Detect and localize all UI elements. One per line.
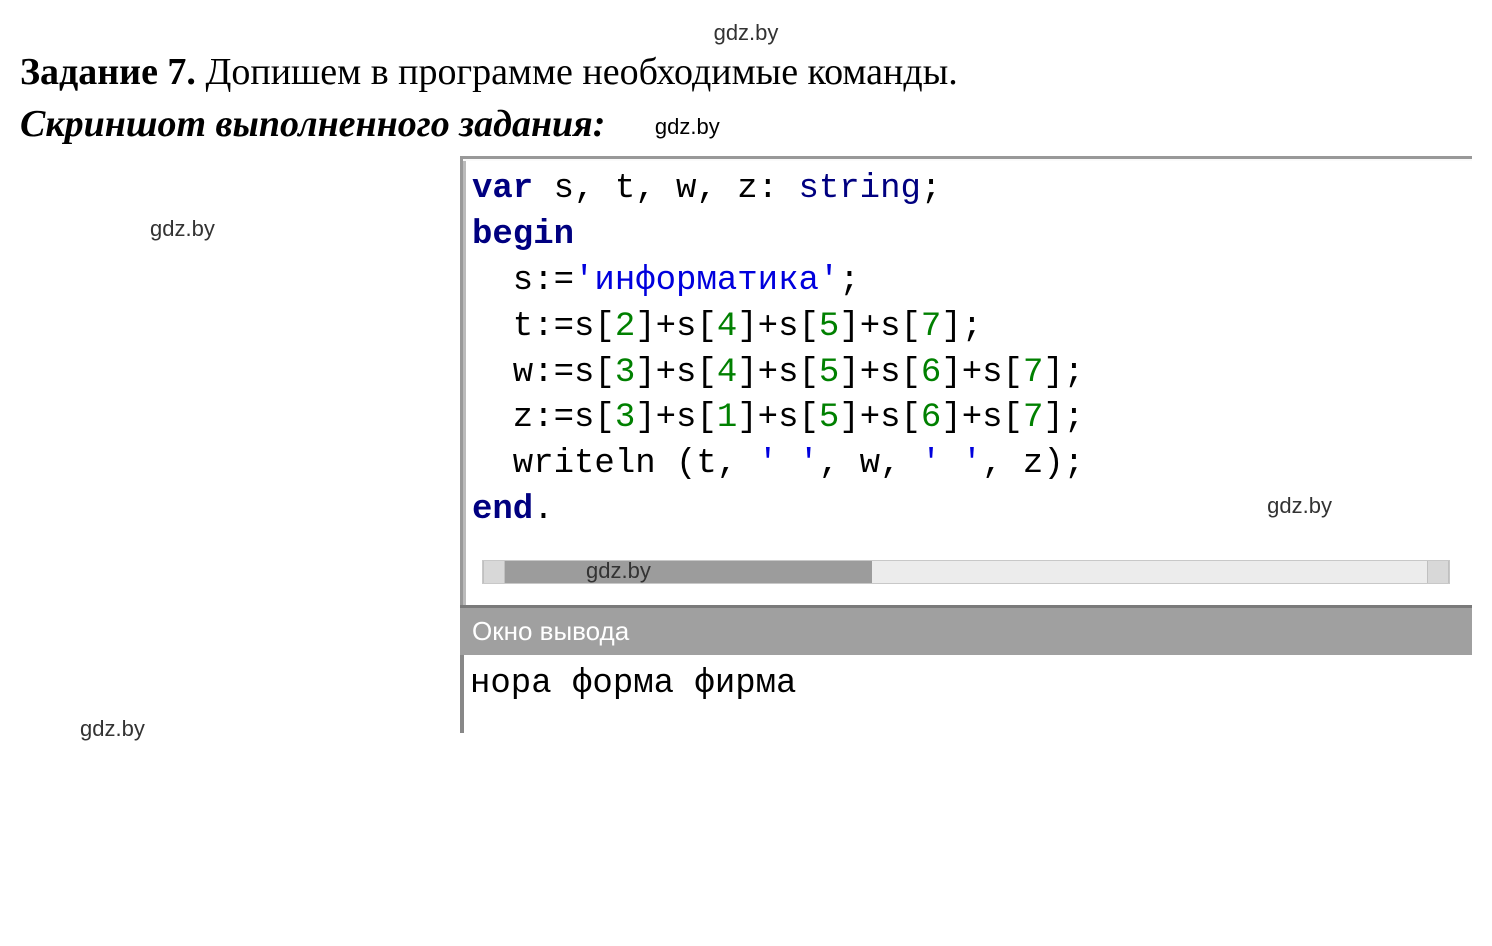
scroll-thumb[interactable]	[505, 561, 872, 583]
l6n1: 3	[615, 399, 635, 437]
watermark-top: gdz.by	[20, 20, 1472, 46]
code-line-1: var s, t, w, z: string;	[472, 167, 1460, 213]
subtitle-text: Скриншот выполненного задания:	[20, 103, 605, 145]
code-l1-semi: ;	[921, 170, 941, 208]
code-line-7: writeln (t, ' ', w, ' ', z);	[472, 442, 1460, 488]
code-line-4: t:=s[2]+s[4]+s[5]+s[7];	[472, 305, 1460, 351]
task-text: Допишем в программе необходимые команды.	[205, 51, 957, 93]
code-body[interactable]: var s, t, w, z: string; begin s:='информ…	[463, 161, 1472, 605]
code-l1-rest: s, t, w, z:	[533, 170, 798, 208]
code-line-5: w:=s[3]+s[4]+s[5]+s[6]+s[7];	[472, 351, 1460, 397]
l7s1: ' '	[758, 445, 819, 483]
l5n4: 6	[921, 354, 941, 392]
task-label: Задание 7.	[20, 51, 196, 93]
code-line-3: s:='информатика';	[472, 259, 1460, 305]
l4n3: 5	[819, 308, 839, 346]
l4e: ];	[941, 308, 982, 346]
output-window-header: Окно вывода	[460, 605, 1472, 655]
code-line-6: z:=s[3]+s[1]+s[5]+s[6]+s[7];	[472, 396, 1460, 442]
l4n4: 7	[921, 308, 941, 346]
subtitle-line: Скриншот выполненного задания: gdz.by	[20, 102, 1472, 146]
watermark-code-1: gdz.by	[1267, 491, 1332, 521]
l6n5: 7	[1023, 399, 1043, 437]
l6b: ]+s[	[635, 399, 717, 437]
l5f: ];	[1043, 354, 1084, 392]
l5c: ]+s[	[737, 354, 819, 392]
l3-post: ;	[839, 262, 859, 300]
l5e: ]+s[	[941, 354, 1023, 392]
task-title-line: Задание 7. Допишем в программе необходим…	[20, 50, 1472, 94]
l5n1: 3	[615, 354, 635, 392]
output-text: нора форма фирма	[470, 665, 796, 703]
l7b: , w,	[819, 445, 921, 483]
l4c: ]+s[	[737, 308, 819, 346]
content-row: gdz.by gdz.by var s, t, w, z: string; be…	[20, 156, 1472, 856]
l6c: ]+s[	[737, 399, 819, 437]
l5a: w:=s[	[472, 354, 615, 392]
l7s2: ' '	[921, 445, 982, 483]
l5b: ]+s[	[635, 354, 717, 392]
l6e: ]+s[	[941, 399, 1023, 437]
l4b: ]+s[	[635, 308, 717, 346]
l4n2: 4	[717, 308, 737, 346]
l5n5: 7	[1023, 354, 1043, 392]
code-editor: var s, t, w, z: string; begin s:='информ…	[460, 156, 1472, 605]
scroll-right-arrow-icon[interactable]	[1427, 561, 1449, 583]
l6n3: 5	[819, 399, 839, 437]
l6d: ]+s[	[839, 399, 921, 437]
l6f: ];	[1043, 399, 1084, 437]
l6a: z:=s[	[472, 399, 615, 437]
l3-pre: s:=	[472, 262, 574, 300]
end-dot: .	[533, 491, 553, 529]
l5d: ]+s[	[839, 354, 921, 392]
code-section: var s, t, w, z: string; begin s:='информ…	[460, 156, 1472, 733]
l6n2: 1	[717, 399, 737, 437]
watermark-left-1: gdz.by	[150, 216, 215, 242]
l7c: , z);	[982, 445, 1084, 483]
kw-var: var	[472, 170, 533, 208]
l4a: t:=s[	[472, 308, 615, 346]
l5n3: 5	[819, 354, 839, 392]
output-window-body: нора форма фирма	[460, 655, 1472, 733]
l3-str: 'информатика'	[574, 262, 839, 300]
watermark-code-2: gdz.by	[586, 556, 651, 586]
code-line-2: begin	[472, 213, 1460, 259]
scroll-track[interactable]	[872, 561, 1427, 583]
kw-end: end	[472, 491, 533, 529]
watermark-subtitle: gdz.by	[655, 114, 720, 140]
kw-begin: begin	[472, 216, 574, 254]
watermark-left-2: gdz.by	[80, 716, 145, 742]
l4n1: 2	[615, 308, 635, 346]
l4d: ]+s[	[839, 308, 921, 346]
l6n4: 6	[921, 399, 941, 437]
l5n2: 4	[717, 354, 737, 392]
left-column: gdz.by gdz.by	[20, 156, 460, 856]
l7a: writeln (t,	[472, 445, 758, 483]
type-string: string	[798, 170, 920, 208]
scroll-left-arrow-icon[interactable]	[483, 561, 505, 583]
